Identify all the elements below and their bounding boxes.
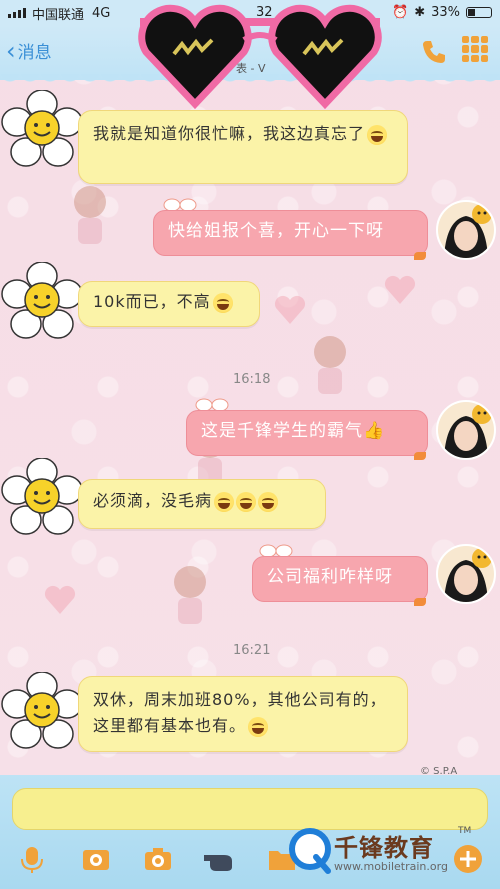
carrot-decoration bbox=[414, 252, 426, 260]
message-text: 我就是知道你很忙嘛，我这边真忘了 bbox=[93, 124, 366, 143]
cartoon-girl-tile bbox=[174, 566, 206, 624]
message-bubble-outgoing[interactable]: 公司福利咋样呀 bbox=[252, 556, 428, 602]
heart-tile bbox=[274, 295, 306, 324]
watermark-url: www.mobiletrain.org bbox=[334, 860, 448, 873]
qianfeng-logo bbox=[289, 828, 331, 874]
alarm-icon: ⏰ bbox=[392, 5, 409, 20]
message-text: 这是千锋学生的霸气 bbox=[201, 421, 363, 441]
carrot-decoration bbox=[414, 452, 426, 460]
camera-icon[interactable] bbox=[142, 843, 174, 875]
flower-avatar[interactable] bbox=[0, 458, 84, 542]
timestamp: 16:18 bbox=[233, 372, 271, 387]
cartoon-girl-tile bbox=[74, 186, 106, 244]
signal-icon bbox=[8, 8, 26, 18]
hand-icon[interactable] bbox=[202, 843, 240, 875]
laughing-emoji-icon bbox=[248, 716, 269, 737]
phone-icon[interactable] bbox=[420, 38, 448, 66]
bluetooth-icon: ✱ bbox=[414, 5, 426, 20]
flower-avatar[interactable] bbox=[0, 262, 84, 346]
watermark-name: 千锋教育 bbox=[334, 834, 434, 862]
message-text: 公司福利咋样呀 bbox=[267, 567, 393, 587]
message-text: 必须滴，没毛病 bbox=[93, 491, 213, 510]
laughing-emoji-icon bbox=[258, 491, 279, 512]
message-input[interactable] bbox=[12, 788, 488, 830]
laughing-emoji-icon bbox=[214, 491, 235, 512]
cartoon-girl-tile bbox=[314, 336, 346, 394]
message-bubble-incoming[interactable]: 必须滴，没毛病 bbox=[78, 479, 326, 529]
message-bubble-incoming[interactable]: 10k而已，不高 bbox=[78, 281, 260, 327]
heart-tile bbox=[384, 275, 416, 304]
battery-label: 33% bbox=[431, 5, 460, 20]
carrier-label: 中国联通 bbox=[32, 7, 85, 23]
back-label: 消息 bbox=[17, 43, 52, 63]
battery-icon bbox=[466, 7, 492, 18]
thumbs-up-emoji-icon: 👍 bbox=[363, 421, 386, 441]
message-text: 快给姐报个喜，开心一下呀 bbox=[168, 221, 384, 241]
message-bubble-outgoing[interactable]: 快给姐报个喜，开心一下呀 bbox=[153, 210, 428, 256]
microphone-icon[interactable] bbox=[16, 843, 48, 875]
heart-tile bbox=[44, 585, 76, 614]
heart-sunglasses-sticker bbox=[138, 4, 382, 110]
watermark-tm: TM bbox=[458, 826, 472, 836]
grid-icon[interactable] bbox=[462, 36, 488, 62]
message-text: 双休，周末加班80%，其他公司有的，这里都有基本也有。 bbox=[93, 690, 387, 735]
message-text: 10k而已，不高 bbox=[93, 292, 211, 311]
user-avatar[interactable] bbox=[436, 200, 496, 260]
message-bubble-incoming[interactable]: 我就是知道你很忙嘛，我这边真忘了 bbox=[78, 110, 408, 184]
message-bubble-outgoing[interactable]: 这是千锋学生的霸气👍 bbox=[186, 410, 428, 456]
laughing-emoji-icon bbox=[236, 491, 257, 512]
user-avatar[interactable] bbox=[436, 400, 496, 460]
back-button[interactable]: ‹ 消息 bbox=[6, 36, 52, 65]
message-bubble-incoming[interactable]: 双休，周末加班80%，其他公司有的，这里都有基本也有。 bbox=[78, 676, 408, 752]
laughing-emoji-icon bbox=[367, 124, 388, 145]
image-icon[interactable] bbox=[80, 843, 112, 875]
network-label: 4G bbox=[92, 5, 111, 21]
user-avatar[interactable] bbox=[436, 544, 496, 604]
chevron-left-icon: ‹ bbox=[6, 36, 16, 65]
carrot-decoration bbox=[414, 598, 426, 606]
plus-icon[interactable] bbox=[452, 843, 484, 875]
laughing-emoji-icon bbox=[212, 292, 233, 313]
timestamp: 16:21 bbox=[233, 643, 271, 658]
flower-avatar[interactable] bbox=[0, 90, 84, 174]
flower-avatar[interactable] bbox=[0, 672, 84, 756]
